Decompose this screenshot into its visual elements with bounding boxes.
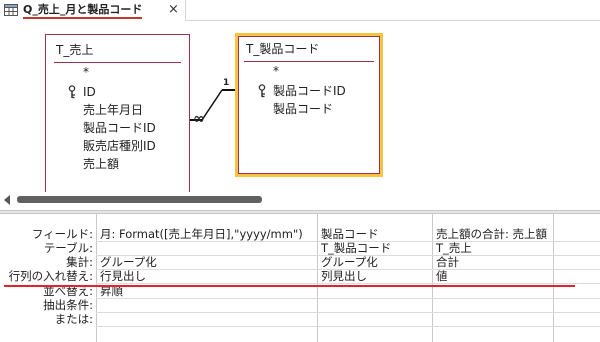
document-tab-strip: Q_売上_月と製品コード ×	[0, 0, 600, 21]
table-product-divider	[244, 61, 374, 62]
table-product-field-productcodeid[interactable]: 製品コードID	[273, 83, 346, 99]
grid-cell-total[interactable]: グループ化	[100, 255, 157, 269]
table-sales-field-productcodeid[interactable]: 製品コードID	[83, 120, 156, 136]
row-label-field: フィールド:	[31, 227, 93, 241]
grid-row-line	[96, 326, 600, 327]
grid-cell-total[interactable]: 合計	[436, 255, 459, 269]
row-label-criteria: 抽出条件:	[43, 298, 93, 312]
table-product-title[interactable]: T_製品コード	[246, 40, 319, 57]
key-icon	[258, 84, 266, 98]
row-label-table: テーブル:	[43, 241, 93, 255]
horizontal-scrollbar[interactable]	[0, 192, 600, 208]
query-icon	[4, 4, 18, 16]
grid-cell-table[interactable]: T_売上	[436, 241, 472, 255]
grid-row-line	[96, 283, 600, 284]
row-label-or: または:	[54, 312, 93, 326]
grid-cell-field[interactable]: 製品コード	[321, 227, 379, 241]
tab-title: Q_売上_月と製品コード	[23, 3, 143, 19]
grid-cell-crosstab[interactable]: 列見出し	[321, 269, 367, 283]
table-design-pane[interactable]: 1 ∞ T_売上 * ID 売上年月日 製品コードID 販売店種別ID 売上額 …	[0, 22, 600, 196]
grid-row-line	[96, 298, 600, 299]
table-product[interactable]: T_製品コード * 製品コードID 製品コード	[235, 33, 383, 177]
grid-column-separator[interactable]	[317, 214, 318, 342]
table-sales-field-date[interactable]: 売上年月日	[83, 102, 143, 118]
table-sales-field-amount[interactable]: 売上額	[83, 156, 119, 172]
grid-cell-crosstab[interactable]: 値	[436, 269, 448, 283]
table-sales-divider	[54, 62, 181, 63]
scrollbar-thumb[interactable]	[17, 196, 262, 203]
grid-column-separator[interactable]	[553, 214, 554, 342]
grid-column-separator[interactable]	[432, 214, 433, 342]
table-sales-star[interactable]: *	[83, 65, 89, 79]
key-icon	[68, 85, 76, 99]
grid-cell-field[interactable]: 売上額の合計: 売上額	[436, 227, 547, 241]
table-sales-field-storetype[interactable]: 販売店種別ID	[83, 138, 156, 154]
grid-cell-total[interactable]: グループ化	[321, 255, 378, 269]
grid-row-line	[96, 312, 600, 313]
crosstab-row-highlight	[4, 285, 575, 287]
grid-cell-crosstab[interactable]: 行見出し	[100, 269, 146, 283]
row-label-crosstab: 行列の入れ替え:	[8, 269, 93, 283]
table-sales[interactable]: T_売上 * ID 売上年月日 製品コードID 販売店種別ID 売上額	[45, 34, 190, 196]
table-sales-title[interactable]: T_売上	[56, 41, 93, 58]
grid-cell-table[interactable]: T_製品コード	[321, 241, 391, 255]
grid-column-separator	[96, 214, 97, 342]
table-product-field-productcode[interactable]: 製品コード	[273, 101, 333, 117]
row-label-total: 集計:	[66, 255, 93, 269]
table-sales-field-id[interactable]: ID	[83, 84, 96, 100]
relationship-many-label: ∞	[193, 111, 205, 127]
close-icon[interactable]: ×	[168, 2, 179, 17]
relationship-one-label: 1	[223, 78, 230, 88]
scroll-left-icon[interactable]	[4, 195, 10, 205]
query-design-grid: フィールド: テーブル: 集計: 行列の入れ替え: 並べ替え: 抽出条件: また…	[0, 214, 600, 342]
table-product-star[interactable]: *	[273, 64, 279, 78]
grid-cell-field[interactable]: 月: Format([売上年月日],"yyyy/mm")	[100, 227, 303, 241]
query-tab[interactable]: Q_売上_月と製品コード ×	[0, 0, 186, 21]
